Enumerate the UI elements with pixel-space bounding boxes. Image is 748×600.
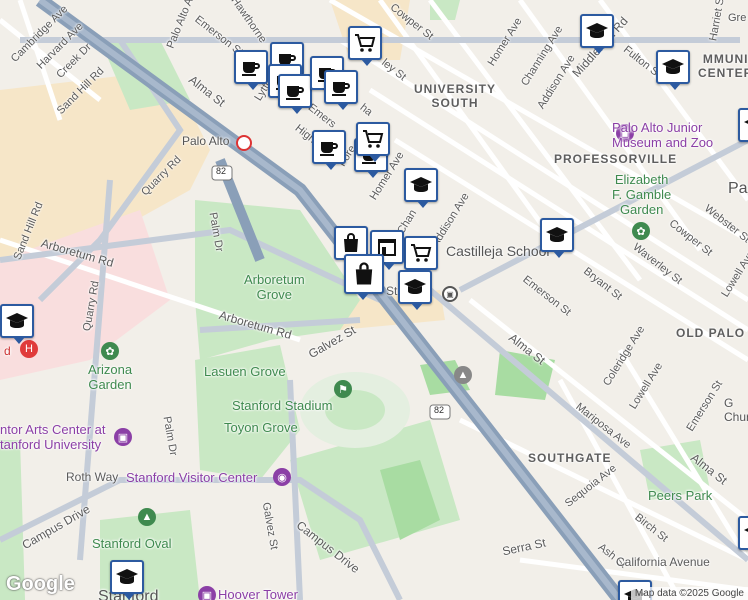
place-hoover-tower[interactable]: Hoover Tower xyxy=(218,587,298,600)
coffee-cup-icon xyxy=(332,82,350,96)
shopping-cart-icon xyxy=(363,130,384,148)
school-marker-7[interactable] xyxy=(0,304,34,344)
coffee-cup-icon xyxy=(242,62,260,76)
place-arboretum-grove[interactable]: Arboretum Grove xyxy=(244,272,305,302)
place-gamble-garden[interactable]: Elizabeth F. Gamble Garden xyxy=(612,172,671,217)
museum-icon: ▣ xyxy=(114,428,132,446)
cafe-marker-1[interactable] xyxy=(234,50,268,90)
shopping-bag-icon xyxy=(344,233,358,252)
school-marker-3[interactable] xyxy=(738,108,748,142)
graduation-cap-icon xyxy=(744,120,748,124)
cafe-marker-6[interactable] xyxy=(324,70,358,110)
hood-university-south: UNIVERSITY SOUTH xyxy=(414,82,497,110)
hwy-82-shield-b: 82 xyxy=(434,405,445,415)
place-stanford-oval[interactable]: Stanford Oval xyxy=(92,536,172,551)
hood-community-center: MMUNI CENTER xyxy=(698,52,748,80)
place-greene-fragment: Gre xyxy=(728,12,747,24)
cart-marker-2[interactable] xyxy=(356,122,390,162)
map-attribution[interactable]: Map data ©2025 Google xyxy=(630,587,748,600)
place-hospital-fragment: d xyxy=(4,344,11,358)
graduation-cap-icon xyxy=(662,59,684,74)
map-base xyxy=(0,0,748,600)
school-marker-5[interactable] xyxy=(540,218,574,258)
stadium-field xyxy=(325,390,385,430)
train-stop-icon: ▣ xyxy=(442,286,458,302)
place-stanford-visitor-center[interactable]: Stanford Visitor Center xyxy=(126,470,257,485)
place-church-fragment: GChurc xyxy=(724,396,748,424)
stadium-icon: ⚑ xyxy=(334,380,352,398)
street-st-fragment: St xyxy=(386,284,398,298)
place-stanford-stadium[interactable]: Stanford Stadium xyxy=(232,398,332,413)
street-california-ave: California Avenue xyxy=(616,555,710,569)
graduation-cap-icon xyxy=(586,23,608,38)
street-roth-way: Roth Way xyxy=(66,470,119,484)
school-marker-2[interactable] xyxy=(656,50,690,90)
coffee-cup-icon xyxy=(286,86,304,100)
cart-marker-1[interactable] xyxy=(348,26,382,66)
cart-marker-3[interactable] xyxy=(404,236,438,276)
school-marker-9[interactable] xyxy=(738,516,748,550)
graduation-cap-icon xyxy=(410,177,432,192)
school-gray-icon: ▲ xyxy=(454,366,472,384)
hood-professorville: PROFESSORVILLE xyxy=(554,152,678,166)
train-station-icon[interactable] xyxy=(236,135,252,151)
coffee-cup-icon xyxy=(320,142,338,156)
place-pa-junior-museum[interactable]: Palo Alto Junior Museum and Zoo xyxy=(612,120,713,150)
graduation-cap-icon xyxy=(116,569,138,584)
shopping-cart-icon xyxy=(411,244,432,262)
shopping-cart-icon xyxy=(355,34,376,52)
landmark-icon: ▣ xyxy=(198,586,216,600)
camera-icon: ◉ xyxy=(273,468,291,486)
school-marker-1[interactable] xyxy=(580,14,614,54)
map-canvas[interactable]: 82 82 Cambridge Ave Harvard Ave Creek Dr… xyxy=(0,0,748,600)
google-logo: Google xyxy=(6,573,75,595)
graduation-cap-icon xyxy=(546,227,568,242)
hood-old-palo: OLD PALO xyxy=(676,326,746,340)
place-arizona-garden[interactable]: Arizona Garden xyxy=(88,362,132,392)
place-toyon-grove[interactable]: Toyon Grove xyxy=(224,420,298,435)
graduation-cap-icon xyxy=(6,313,28,328)
cafe-marker-4[interactable] xyxy=(278,74,312,114)
place-cantor-arts[interactable]: ntor Arts Center at tanford University xyxy=(0,422,106,452)
hood-pa-edge: Pa xyxy=(728,180,748,197)
hood-southgate: SOUTHGATE xyxy=(528,451,612,465)
cafe-marker-7[interactable] xyxy=(312,130,346,170)
place-castilleja-school[interactable]: Castilleja School xyxy=(446,243,550,259)
school-marker-6[interactable] xyxy=(398,270,432,310)
bag-marker-2[interactable] xyxy=(344,254,384,300)
tree-icon: ▲ xyxy=(138,508,156,526)
graduation-cap-icon xyxy=(744,528,748,532)
shopping-bag-icon xyxy=(355,262,373,285)
school-marker-4[interactable] xyxy=(404,168,438,208)
garden-flower-icon: ✿ xyxy=(632,222,650,240)
graduation-cap-icon xyxy=(404,279,426,294)
place-peers-park[interactable]: Peers Park xyxy=(648,488,712,503)
place-palo-alto-station[interactable]: Palo Alto xyxy=(182,134,229,148)
hwy-82-shield-a: 82 xyxy=(216,166,227,176)
flower-icon: ✿ xyxy=(101,342,119,360)
place-lasuen-grove[interactable]: Lasuen Grove xyxy=(204,364,286,379)
school-marker-8[interactable] xyxy=(110,560,144,600)
